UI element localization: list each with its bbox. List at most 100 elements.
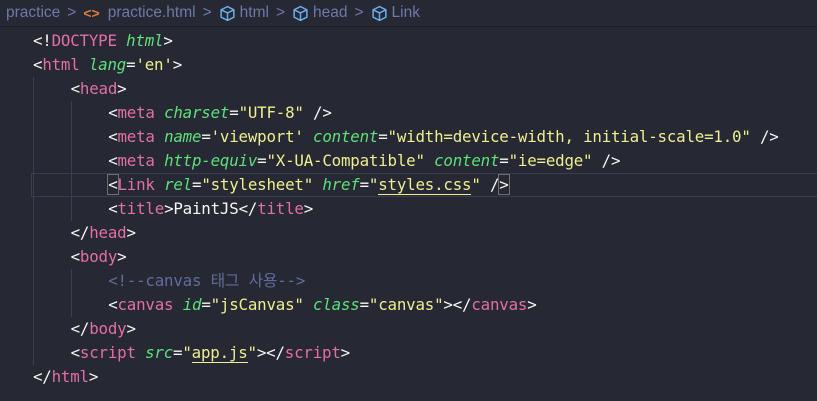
token-punct: < — [108, 151, 118, 170]
token-tag: meta — [117, 151, 155, 170]
breadcrumb-item[interactable]: practice — [6, 4, 60, 22]
code-line[interactable]: <!--canvas 태그 사용--> — [0, 269, 817, 293]
indent-guide — [33, 269, 34, 293]
token-tag: Link — [117, 175, 155, 194]
token-punct: = — [378, 127, 388, 146]
indent-guide — [70, 173, 72, 197]
code-line[interactable]: <html lang='en'> — [0, 53, 817, 77]
token-tag: meta — [117, 127, 155, 146]
token-kw: DOCTYPE — [51, 31, 117, 50]
token-tag: script — [79, 343, 136, 362]
code-line[interactable]: </html> — [0, 365, 817, 389]
token-str: app.js — [191, 343, 248, 363]
token-tag: body — [89, 319, 127, 338]
code-line[interactable]: </body> — [0, 317, 817, 341]
indent-guide — [70, 101, 72, 125]
cube-icon — [371, 5, 392, 22]
code-line[interactable]: </head> — [0, 221, 817, 245]
breadcrumb-item[interactable]: <> practice.html — [83, 4, 195, 22]
indent-guide — [33, 341, 34, 365]
token-punct: = — [201, 127, 211, 146]
indent-guide — [33, 77, 34, 101]
code-line[interactable]: <head> — [0, 77, 817, 101]
code-line[interactable]: <Link rel="stylesheet" href="styles.css"… — [0, 173, 817, 197]
token-punct: = — [359, 175, 370, 194]
token-str: styles.css — [378, 175, 472, 195]
token-str: "UTF-8" — [238, 103, 304, 122]
breadcrumb-label: head — [313, 4, 348, 21]
token-punct: ></ — [443, 295, 472, 314]
token-punct: <! — [33, 31, 52, 50]
token-attr: http-equiv — [164, 151, 258, 170]
code-line[interactable]: <meta name='viewport' content="width=dev… — [0, 125, 817, 149]
token-punct: </ — [238, 199, 258, 218]
code-line[interactable]: <title>PaintJS</title> — [0, 197, 817, 221]
token-punct: ></ — [256, 343, 285, 362]
indent-guide — [33, 197, 34, 221]
token-str: 'viewport' — [210, 127, 304, 146]
breadcrumb-item[interactable]: head — [292, 4, 347, 22]
token-punct: < — [70, 79, 81, 98]
code-line[interactable]: <!DOCTYPE html> — [0, 29, 817, 53]
breadcrumb-item[interactable]: Link — [371, 4, 420, 22]
indent-guide — [33, 173, 34, 197]
token-punct: > — [163, 31, 173, 50]
token-str: "width=device-width, initial-scale=1.0" — [387, 127, 751, 146]
token-str: "canvas" — [368, 295, 444, 314]
token-attr: html — [126, 31, 164, 50]
indent-guide — [70, 197, 72, 221]
token-str: " — [247, 343, 258, 362]
token-punct: </ — [70, 319, 90, 338]
token-punct: < — [33, 55, 43, 74]
token-tag: title — [257, 199, 304, 218]
token-punct: < — [108, 103, 118, 122]
code-line[interactable]: <script src="app.js"></script> — [0, 341, 817, 365]
code-line[interactable]: <meta charset="UTF-8" /> — [0, 101, 817, 125]
token-attr: charset — [164, 103, 230, 122]
code-line[interactable]: <canvas id="jsCanvas" class="canvas"></c… — [0, 293, 817, 317]
indent-guide — [70, 269, 72, 293]
token-punct: < — [108, 199, 118, 218]
token-punct: = — [499, 151, 509, 170]
code-line[interactable]: <meta http-equiv = "X-UA-Compatible" conte… — [0, 149, 817, 173]
token-tag: canvas — [117, 295, 174, 314]
token-punct: > — [498, 174, 510, 195]
token-attr: src — [145, 343, 174, 362]
token-tag: meta — [117, 103, 155, 122]
token-punct: < — [108, 295, 118, 314]
code-line[interactable]: <body> — [0, 245, 817, 269]
breadcrumb-separator-icon: > — [67, 4, 77, 21]
breadcrumb-label: Link — [391, 4, 420, 21]
token-punct: < — [70, 343, 81, 362]
breadcrumb-separator-icon: > — [354, 4, 364, 21]
token-tag: body — [79, 247, 118, 266]
indent-guide — [33, 101, 34, 125]
breadcrumb-label: html — [239, 4, 269, 21]
indent-guide — [33, 245, 34, 269]
token-punct: < — [70, 247, 81, 266]
token-punct: > — [126, 223, 136, 242]
indent-guide — [70, 149, 72, 173]
token-attr: href — [322, 175, 360, 194]
token-punct: > — [303, 199, 314, 218]
token-punct: > — [126, 319, 136, 338]
indent-guide — [33, 221, 34, 245]
cube-icon — [292, 5, 313, 22]
token-punct: = — [192, 175, 202, 194]
token-punct: > — [117, 79, 127, 98]
code-editor[interactable]: <!DOCTYPE html> <html lang='en'> <head> <me… — [0, 27, 817, 389]
breadcrumb-separator-icon: > — [202, 4, 212, 21]
breadcrumb-item[interactable]: html — [219, 4, 269, 22]
token-comment: <!--canvas 태그 사용--> — [108, 271, 306, 290]
html-file-icon: <> — [83, 5, 100, 21]
indent-guide — [33, 125, 34, 149]
token-punct: > — [527, 295, 537, 314]
